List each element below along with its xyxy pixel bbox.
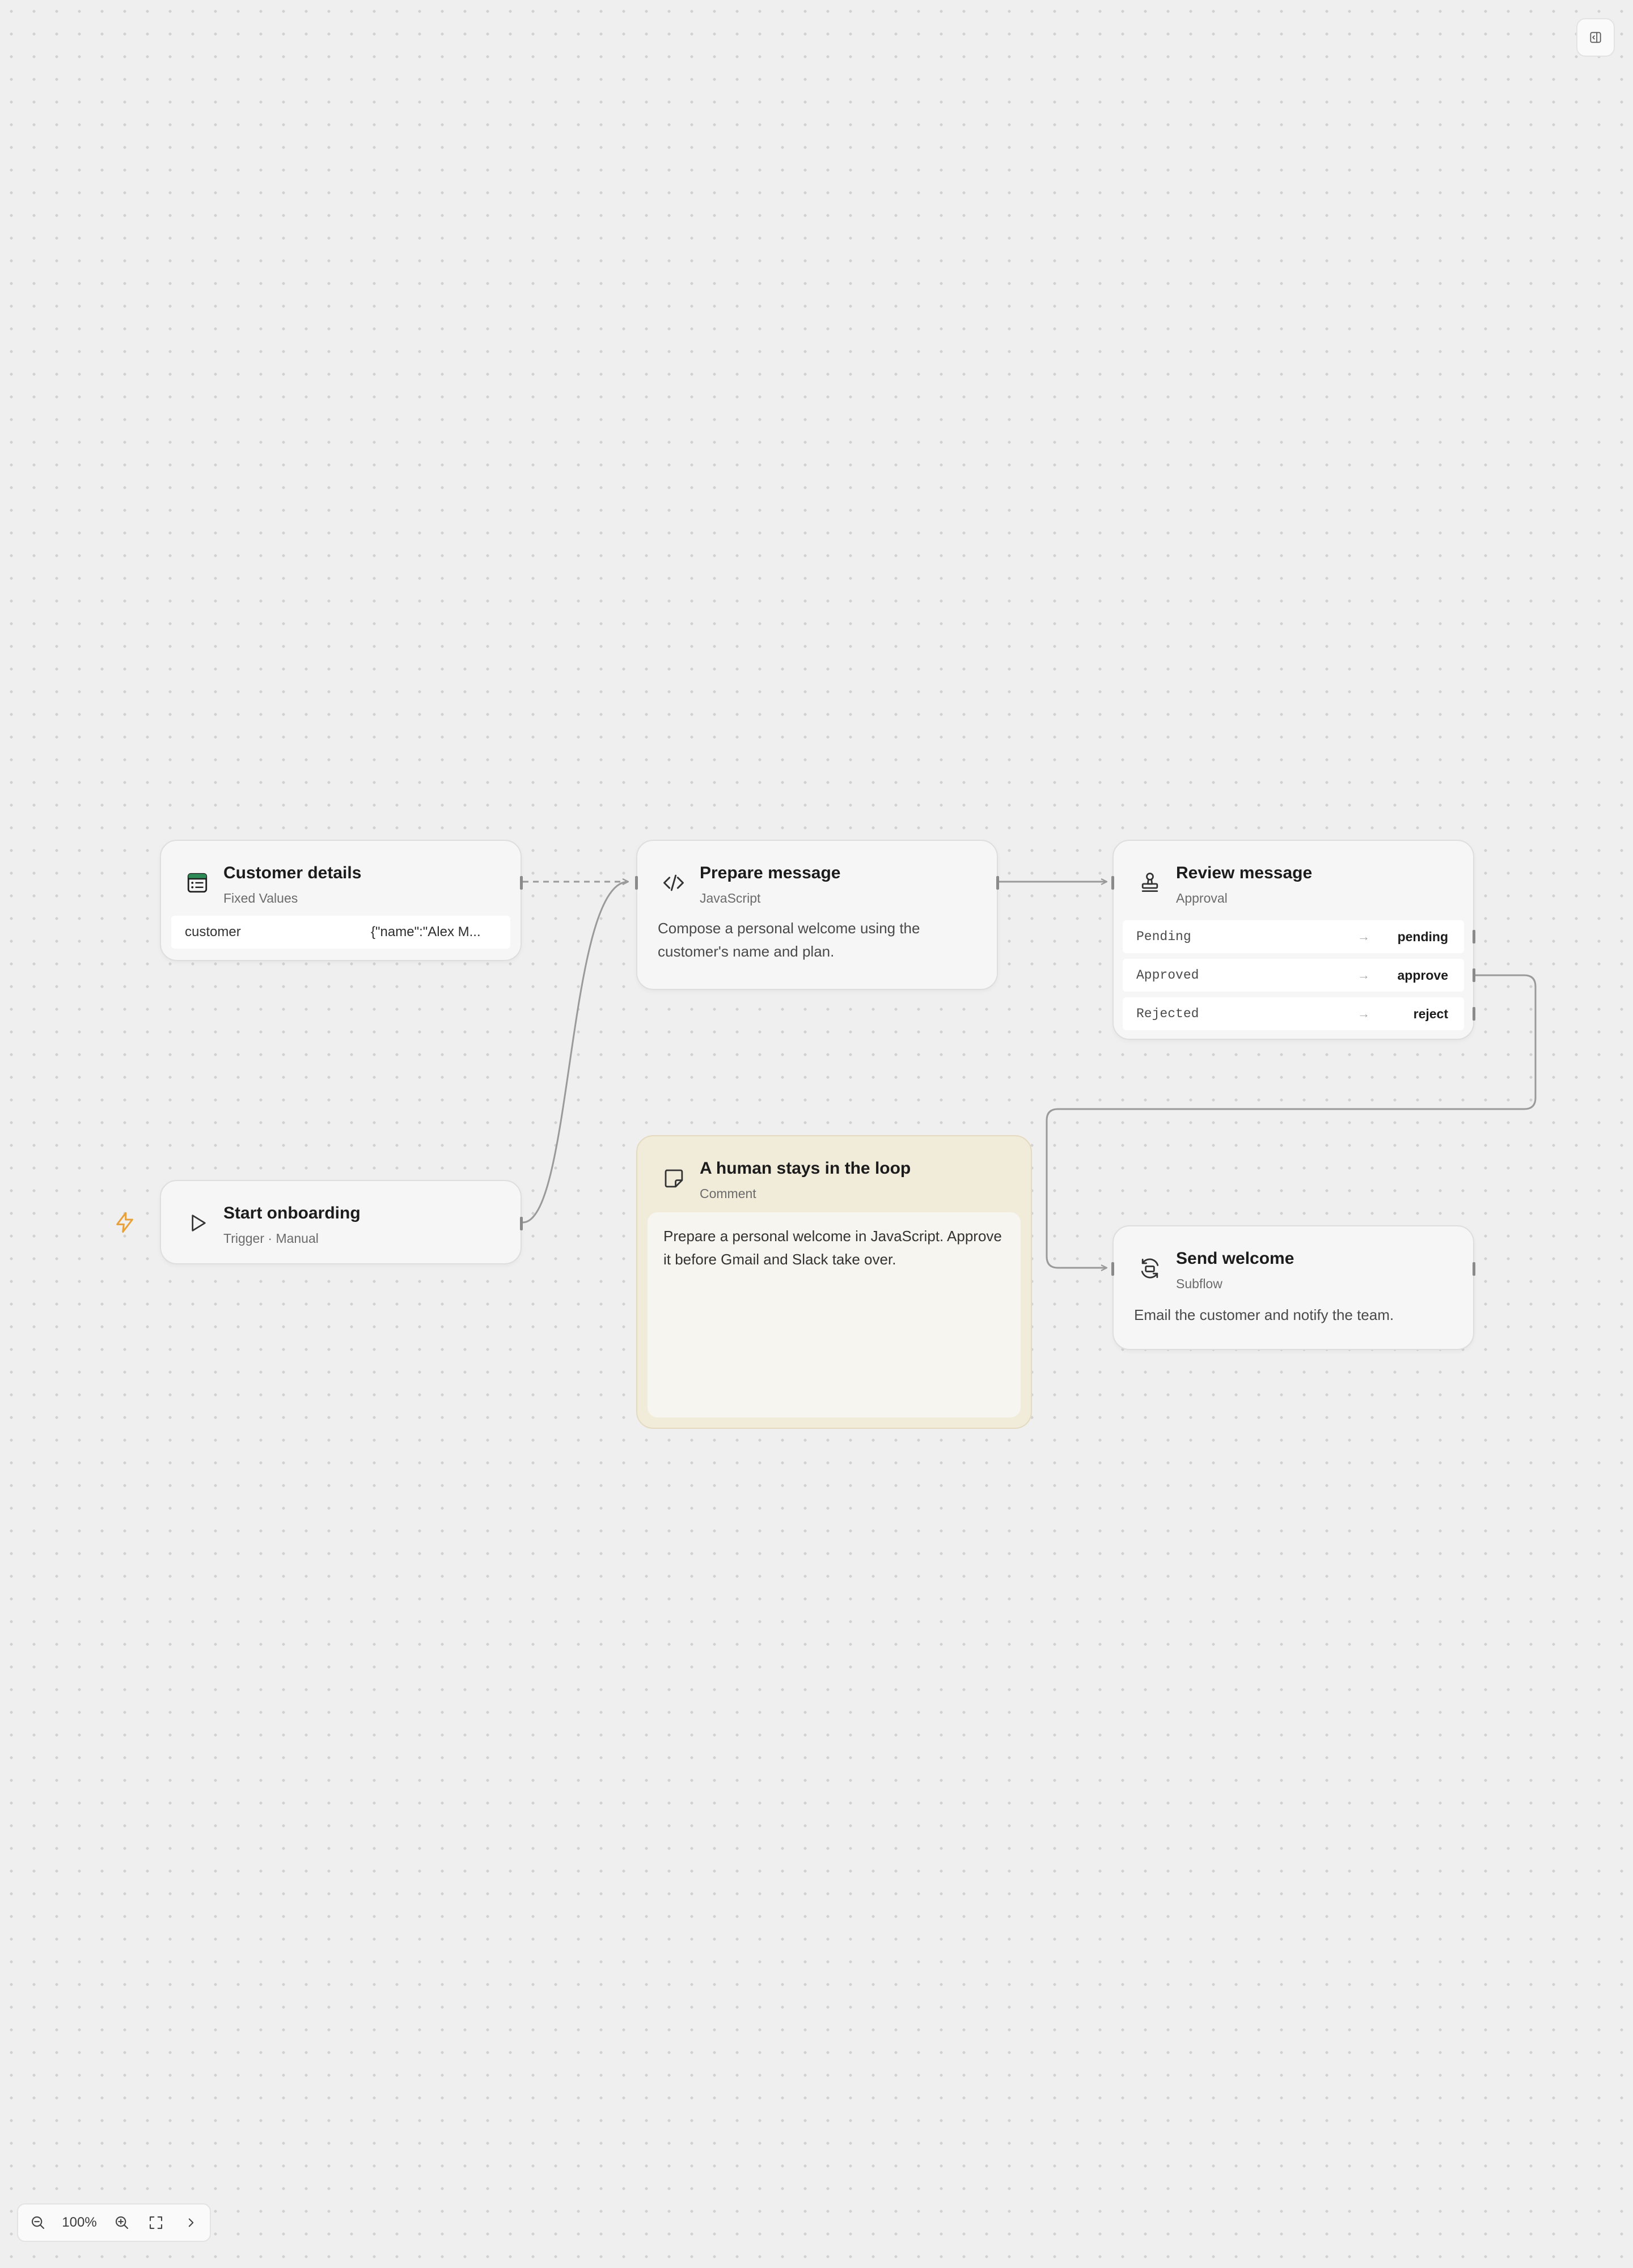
subflow-icon xyxy=(1136,1255,1164,1282)
comment-subtitle: Comment xyxy=(700,1186,756,1201)
branch-pending[interactable]: Pending → pending xyxy=(1123,920,1464,953)
code-icon xyxy=(660,869,687,896)
node-title: Start onboarding xyxy=(223,1204,361,1222)
node-title: Prepare message xyxy=(700,864,841,882)
zoom-toolbar: 100% xyxy=(17,2203,211,2242)
play-icon xyxy=(184,1209,211,1237)
node-description: Compose a personal welcome using the cus… xyxy=(658,920,920,960)
expand-toolbar-button[interactable] xyxy=(177,2204,205,2241)
node-start-onboarding[interactable]: Start onboarding Trigger · Manual xyxy=(160,1180,523,1264)
node-subtitle: Trigger · Manual xyxy=(223,1231,319,1246)
arrow-right-icon: → xyxy=(1357,968,1370,982)
arrow-right-icon: → xyxy=(1357,1006,1370,1021)
branch-label: Pending xyxy=(1136,929,1191,944)
sidebar-panel-icon xyxy=(1590,32,1601,43)
chevron-right-icon xyxy=(188,2218,194,2227)
workflow-canvas[interactable]: Customer details Fixed Values customer {… xyxy=(0,0,1633,2268)
node-title: Review message xyxy=(1176,864,1313,882)
edge-start-to-prepare xyxy=(522,882,628,1224)
input-handle[interactable] xyxy=(635,876,638,890)
table-icon xyxy=(184,869,211,896)
node-prepare-message[interactable]: Prepare message JavaScript Compose a per… xyxy=(635,840,999,990)
branch-value: approve xyxy=(1397,968,1448,983)
output-handle-approved[interactable] xyxy=(1473,968,1475,982)
comment-note[interactable]: A human stays in the loop Comment Prepar… xyxy=(636,1135,1032,1429)
node-review-message[interactable]: Review message Approval Pending → pendin… xyxy=(1111,840,1475,1040)
arrow-right-icon: → xyxy=(1357,929,1370,943)
branch-value: pending xyxy=(1397,929,1448,944)
zoom-out-icon xyxy=(31,2216,45,2229)
lightning-icon[interactable] xyxy=(113,1211,136,1234)
fullscreen-icon xyxy=(149,2216,163,2229)
zoom-in-icon xyxy=(115,2216,129,2229)
fixed-value-key: customer xyxy=(185,924,241,940)
branch-rejected[interactable]: Rejected → reject xyxy=(1123,997,1464,1030)
sticky-note-icon xyxy=(660,1165,687,1192)
output-handle[interactable] xyxy=(520,876,523,890)
output-handle-rejected[interactable] xyxy=(1473,1007,1475,1021)
node-description: Email the customer and notify the team. xyxy=(1134,1306,1394,1323)
comment-text[interactable]: Prepare a personal welcome in JavaScript… xyxy=(648,1212,1021,1417)
node-title: Send welcome xyxy=(1176,1249,1294,1268)
zoom-level[interactable]: 100% xyxy=(57,2204,102,2241)
branch-label: Approved xyxy=(1136,968,1199,983)
node-subtitle: Subflow xyxy=(1176,1276,1222,1291)
node-subtitle: Fixed Values xyxy=(223,891,298,905)
panel-toggle-button[interactable] xyxy=(1576,18,1615,57)
edges-layer xyxy=(522,0,1537,2268)
input-handle[interactable] xyxy=(1111,876,1114,890)
stamp-icon xyxy=(1136,869,1164,896)
node-subtitle: Approval xyxy=(1176,891,1228,905)
output-handle[interactable] xyxy=(1473,1262,1475,1276)
node-send-welcome[interactable]: Send welcome Subflow Email the customer … xyxy=(1111,1225,1475,1350)
node-customer-details[interactable]: Customer details Fixed Values customer {… xyxy=(160,840,523,961)
node-subtitle: JavaScript xyxy=(700,891,761,905)
zoom-out-button[interactable] xyxy=(24,2204,52,2241)
fit-view-button[interactable] xyxy=(142,2204,170,2241)
branch-label: Rejected xyxy=(1136,1006,1199,1021)
output-handle-pending[interactable] xyxy=(1473,930,1475,943)
node-title: Customer details xyxy=(223,864,362,882)
branch-approved[interactable]: Approved → approve xyxy=(1123,959,1464,992)
branch-value: reject xyxy=(1413,1006,1448,1021)
zoom-in-button[interactable] xyxy=(108,2204,136,2241)
fixed-value-value: {"name":"Alex M... xyxy=(371,924,481,940)
output-handle[interactable] xyxy=(996,876,999,890)
output-handle[interactable] xyxy=(520,1217,523,1230)
fixed-value-row[interactable]: customer {"name":"Alex M... xyxy=(171,916,510,949)
comment-title: A human stays in the loop xyxy=(700,1159,911,1178)
input-handle[interactable] xyxy=(1111,1262,1114,1276)
